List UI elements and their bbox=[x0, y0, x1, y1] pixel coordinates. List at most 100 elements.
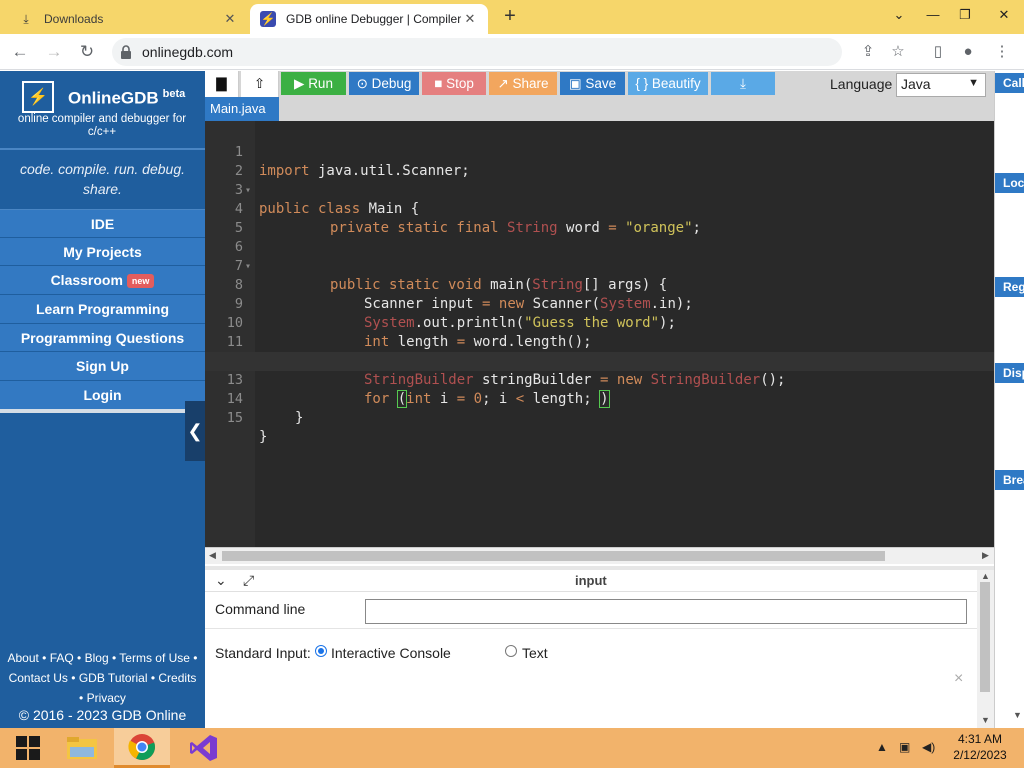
network-icon[interactable]: ▣ bbox=[899, 740, 910, 754]
scrollbar-thumb[interactable] bbox=[222, 551, 885, 561]
text-label: Text bbox=[522, 645, 548, 661]
tab-main-java[interactable]: Main.java bbox=[205, 97, 279, 121]
sidebar-item-sign-up[interactable]: Sign Up bbox=[0, 352, 205, 382]
beautify-button[interactable]: { } Beautify bbox=[628, 72, 708, 95]
side-panel-icon[interactable]: ▯ bbox=[926, 40, 950, 64]
code-line: 12 StringBuilder stringBuilder = new Str… bbox=[205, 333, 995, 388]
share-icon[interactable]: ⇪ bbox=[856, 40, 880, 64]
stop-label: Stop bbox=[446, 76, 474, 91]
breakpoints-header[interactable]: Breakpoints and Watchpoints bbox=[995, 470, 1024, 490]
tab-downloads[interactable]: ⤓ Downloads ✕ bbox=[8, 4, 248, 34]
input-panel-header: ⌄ ⤢ input bbox=[205, 570, 994, 592]
code-line: 1 import java.util.Scanner; bbox=[205, 124, 995, 179]
scroll-left-icon[interactable]: ◀ bbox=[209, 550, 216, 561]
brand[interactable]: ⚡ OnlineGDB beta online compiler and debu… bbox=[0, 71, 205, 151]
command-line-input[interactable] bbox=[365, 599, 967, 624]
interactive-console-radio[interactable] bbox=[315, 645, 327, 657]
reload-icon[interactable]: ↻ bbox=[75, 40, 99, 64]
local-variables-header[interactable]: Local Variables bbox=[995, 173, 1024, 193]
windows-start-icon[interactable] bbox=[0, 728, 56, 768]
system-clock[interactable]: 4:31 AM 2/12/2023 bbox=[950, 731, 1010, 763]
footer-privacy-link[interactable]: Privacy bbox=[87, 691, 126, 705]
tab-gdb[interactable]: ⚡ GDB online Debugger | Compiler ✕ bbox=[250, 4, 488, 34]
code-line-active: 13 for (int i = 0; i < length; ) bbox=[205, 352, 995, 408]
restore-icon[interactable]: ❐ bbox=[948, 0, 982, 30]
sidebar-item-login[interactable]: Login bbox=[0, 381, 205, 410]
code-editor[interactable]: 1 import java.util.Scanner; 2 ▾ public c… bbox=[205, 121, 995, 547]
close-icon[interactable]: × bbox=[954, 670, 963, 688]
code-line: 14 } bbox=[205, 371, 995, 426]
scrollbar-thumb[interactable] bbox=[980, 582, 990, 692]
code-line: 7 bbox=[205, 238, 995, 274]
browser-tab-strip: ⤓ Downloads ✕ ⚡ GDB online Debugger | Co… bbox=[0, 0, 1024, 34]
sidebar-item-classroom[interactable]: Classroom new bbox=[0, 266, 205, 296]
folder-icon bbox=[67, 737, 97, 759]
chevron-down-icon[interactable]: ⌄ bbox=[215, 572, 227, 589]
new-tab-button[interactable]: + bbox=[498, 5, 522, 29]
sidebar-item-programming-questions[interactable]: Programming Questions bbox=[0, 323, 205, 353]
save-button[interactable]: ▣ Save bbox=[560, 72, 625, 95]
save-icon: ▣ bbox=[568, 76, 582, 91]
line-number: 15 bbox=[226, 410, 243, 426]
slogan: code. compile. run. debug. share. bbox=[20, 161, 185, 197]
address-bar[interactable]: onlinegdb.com bbox=[112, 38, 842, 66]
brand-beta: beta bbox=[162, 88, 186, 100]
scroll-up-icon[interactable]: ▲ bbox=[981, 571, 990, 581]
taskbar: ▲ ▣ ◀) 4:31 AM 2/12/2023 bbox=[0, 728, 1024, 768]
tab-close-icon[interactable]: ✕ bbox=[222, 11, 238, 27]
footer-contact-link[interactable]: Contact Us bbox=[9, 671, 68, 685]
close-window-icon[interactable]: ✕ bbox=[984, 0, 1024, 30]
sidebar-item-my-projects[interactable]: My Projects bbox=[0, 237, 205, 267]
run-button[interactable]: ▶ Run bbox=[281, 72, 346, 95]
share-label: Share bbox=[512, 76, 549, 91]
language-select[interactable]: Java ▼ bbox=[896, 73, 986, 97]
new-badge: new bbox=[126, 274, 155, 289]
forward-icon[interactable]: → bbox=[42, 40, 66, 64]
footer-terms-link[interactable]: Terms of Use bbox=[119, 651, 190, 665]
horizontal-scrollbar[interactable]: ◀ ▶ bbox=[205, 547, 995, 564]
new-file-icon[interactable]: ▇ bbox=[205, 71, 239, 97]
registers-header[interactable]: Registers bbox=[995, 277, 1024, 297]
footer-faq-link[interactable]: FAQ bbox=[50, 651, 74, 665]
chrome-taskbar-icon[interactable] bbox=[114, 728, 170, 768]
footer-about-link[interactable]: About bbox=[7, 651, 38, 665]
scroll-down-icon[interactable]: ▼ bbox=[981, 715, 990, 725]
visual-studio-icon[interactable] bbox=[176, 728, 232, 768]
vertical-scrollbar[interactable]: ▲ ▼ bbox=[977, 570, 994, 728]
windows-logo-icon bbox=[16, 736, 40, 760]
code-line: 15 } bbox=[205, 390, 995, 445]
profile-icon[interactable]: ● bbox=[956, 40, 980, 64]
browser-toolbar: ← → ↻ onlinegdb.com ⇪ ☆ ▯ ● ⋮ bbox=[0, 34, 1024, 70]
tray-expand-icon[interactable]: ▲ bbox=[876, 740, 888, 754]
call-stack-header[interactable]: Call Stack bbox=[995, 73, 1024, 93]
footer-links: About • FAQ • Blog • Terms of Use • Cont… bbox=[7, 651, 198, 705]
footer-credits-link[interactable]: Credits bbox=[158, 671, 196, 685]
code-text: } bbox=[295, 410, 304, 426]
display-expressions-header[interactable]: Display Expressions bbox=[995, 363, 1024, 383]
tab-close-icon[interactable]: ✕ bbox=[462, 11, 478, 27]
download-button[interactable]: ⤓ bbox=[711, 72, 775, 95]
chrome-icon bbox=[128, 733, 155, 760]
scroll-down-icon[interactable]: ▼ bbox=[1011, 710, 1024, 728]
footer-blog-link[interactable]: Blog bbox=[85, 651, 109, 665]
file-explorer-icon[interactable] bbox=[54, 728, 110, 768]
language-label: Language bbox=[830, 76, 893, 92]
editor-toolbar: ▇ ⇧ ▶ Run ⊙ Debug ■ Stop ↗ Share ▣ Save … bbox=[205, 71, 995, 97]
tab-search-icon[interactable]: ⌄ bbox=[882, 0, 916, 30]
volume-icon[interactable]: ◀) bbox=[922, 740, 935, 754]
sidebar-item-learn-programming[interactable]: Learn Programming bbox=[0, 295, 205, 324]
upload-icon[interactable]: ⇧ bbox=[241, 71, 279, 97]
menu-kebab-icon[interactable]: ⋮ bbox=[990, 40, 1014, 64]
text-radio[interactable] bbox=[505, 645, 517, 657]
share-button[interactable]: ↗ Share bbox=[489, 72, 557, 95]
minimize-icon[interactable]: — bbox=[916, 0, 950, 30]
footer-tutorial-link[interactable]: GDB Tutorial bbox=[79, 671, 148, 685]
debug-button[interactable]: ⊙ Debug bbox=[349, 72, 419, 95]
collapse-sidebar-icon[interactable]: ❮ bbox=[185, 401, 205, 461]
expand-icon[interactable]: ⤢ bbox=[243, 572, 254, 589]
stop-button[interactable]: ■ Stop bbox=[422, 72, 486, 95]
scroll-right-icon[interactable]: ▶ bbox=[982, 550, 989, 561]
sidebar-item-ide[interactable]: IDE bbox=[0, 209, 205, 238]
back-icon[interactable]: ← bbox=[8, 40, 32, 64]
bookmark-star-icon[interactable]: ☆ bbox=[886, 40, 910, 64]
